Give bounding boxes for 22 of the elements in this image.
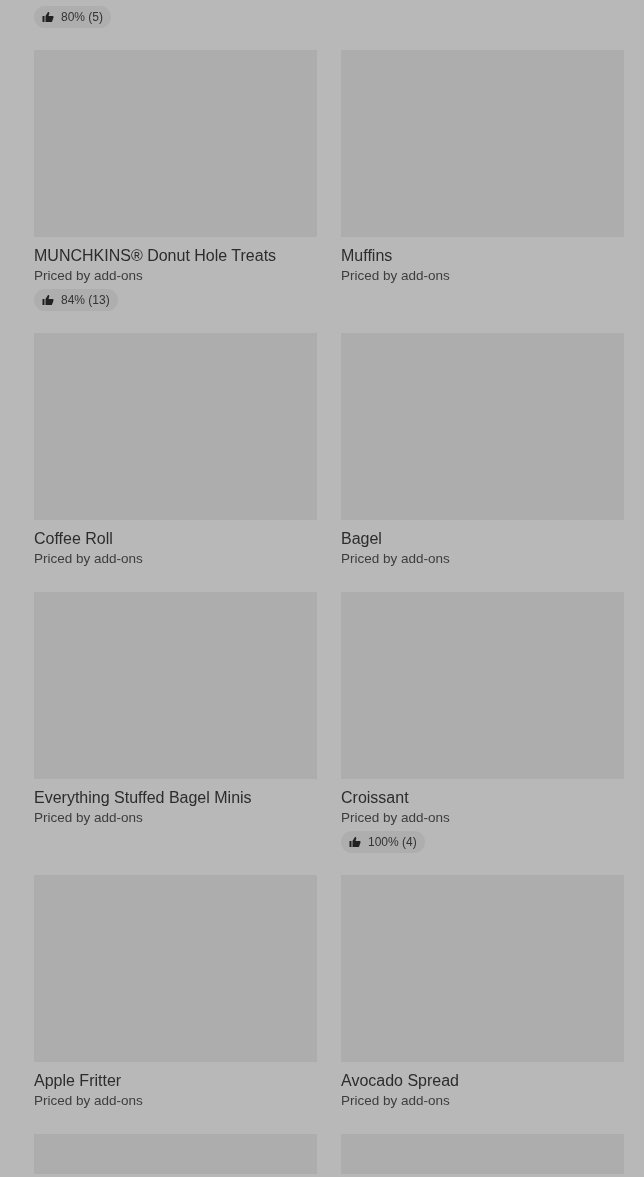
- item-price: Priced by add-ons: [34, 268, 143, 284]
- rating-badge: 84% (13): [34, 288, 118, 311]
- item-price: Priced by add-ons: [34, 1093, 143, 1109]
- item-price: Priced by add-ons: [341, 268, 450, 284]
- item-price: Priced by add-ons: [34, 551, 143, 567]
- thumbs-up-icon: [349, 835, 361, 848]
- thumbs-up-icon: [42, 293, 54, 306]
- item-title: Croissant: [341, 788, 409, 808]
- item-price: Priced by add-ons: [341, 810, 450, 826]
- item-price: Priced by add-ons: [341, 1093, 450, 1109]
- thumbs-up-icon: [42, 11, 54, 23]
- rating-badge: 80% (5): [34, 6, 112, 28]
- item-price: Priced by add-ons: [34, 810, 143, 826]
- item-price: Priced by add-ons: [341, 551, 450, 567]
- item-title: Muffins: [341, 247, 393, 266]
- item-title: Everything Stuffed Bagel Minis: [34, 788, 252, 808]
- item-title: Coffee Roll: [34, 529, 113, 549]
- rating-badge: 100% (4): [341, 830, 425, 853]
- item-title: Avocado Spread: [341, 1071, 459, 1091]
- item-title: MUNCHKINS® Donut Hole Treats: [34, 247, 277, 266]
- item-title: Apple Fritter: [34, 1071, 122, 1091]
- item-title: Bagel: [341, 529, 382, 549]
